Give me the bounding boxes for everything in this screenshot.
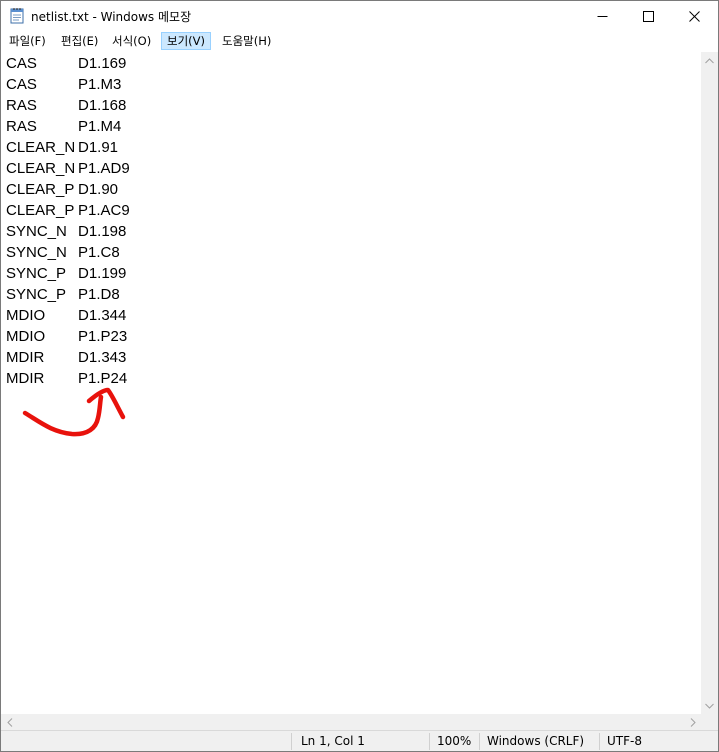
pin-name: D1.91 [78, 139, 119, 156]
horizontal-scrollbar[interactable] [1, 714, 701, 730]
pin-name: D1.343 [78, 349, 127, 366]
net-name: MDIR [6, 370, 45, 387]
net-name: CLEAR_N [6, 139, 76, 156]
pin-name: P1.AD9 [78, 160, 130, 177]
close-button[interactable] [671, 1, 717, 31]
title-bar: netlist.txt - Windows 메모장 [1, 1, 718, 31]
pin-name: P1.D8 [78, 286, 120, 303]
pin-name: D1.199 [78, 265, 127, 282]
pin-name: P1.P24 [78, 370, 128, 387]
scroll-left-button[interactable] [1, 714, 18, 730]
menu-bar: 파일(F) 편집(E) 서식(O) 보기(V) 도움말(H) [1, 31, 718, 51]
pin-name: D1.168 [78, 97, 127, 114]
scrollbar-corner [701, 714, 718, 730]
net-name: SYNC_P [6, 286, 67, 303]
notepad-window: netlist.txt - Windows 메모장 파일(F) 편집(E) 서식… [0, 0, 719, 752]
pin-name: P1.C8 [78, 244, 120, 261]
maximize-icon [642, 10, 654, 22]
status-cursor-position: Ln 1, Col 1 [301, 734, 365, 748]
vertical-scrollbar[interactable] [701, 52, 718, 714]
status-bar: Ln 1, Col 1 100% Windows (CRLF) UTF-8 [1, 730, 718, 751]
text-editor[interactable]: CAS D1.169 CAS P1.M3 RAS D1.168 RAS P1.M4 CL… [1, 52, 701, 714]
menu-file[interactable]: 파일(F) [4, 32, 51, 50]
window-title: netlist.txt - Windows 메모장 [31, 10, 192, 24]
chevron-left-icon [6, 717, 12, 727]
net-name: CAS [6, 76, 37, 93]
pin-name: D1.90 [78, 181, 119, 198]
net-name: CLEAR_P [6, 202, 75, 219]
menu-view[interactable]: 보기(V) [161, 32, 211, 50]
menu-format[interactable]: 서식(O) [107, 32, 156, 50]
status-divider [429, 733, 430, 750]
minimize-button[interactable] [579, 1, 625, 31]
pin-name: P1.AC9 [78, 202, 130, 219]
minimize-icon [597, 15, 607, 17]
menu-help[interactable]: 도움말(H) [217, 32, 276, 50]
net-name: CAS [6, 55, 37, 72]
status-divider [599, 733, 600, 750]
net-name: SYNC_N [6, 223, 67, 240]
net-name: MDIR [6, 349, 45, 366]
pin-name: P1.M3 [78, 76, 122, 93]
status-line-ending: Windows (CRLF) [487, 734, 585, 748]
pin-name: D1.198 [78, 223, 127, 240]
net-name: RAS [6, 118, 37, 135]
menu-edit[interactable]: 편집(E) [56, 32, 103, 50]
chevron-up-icon [705, 57, 714, 63]
chevron-down-icon [705, 703, 714, 709]
scroll-right-button[interactable] [684, 714, 701, 730]
scroll-up-button[interactable] [701, 52, 718, 69]
net-name: SYNC_N [6, 244, 67, 261]
status-divider [291, 733, 292, 750]
status-encoding: UTF-8 [607, 734, 642, 748]
pin-name: P1.M4 [78, 118, 122, 135]
chevron-right-icon [690, 717, 696, 727]
pin-name: P1.P23 [78, 328, 128, 345]
pin-name: D1.344 [78, 307, 127, 324]
notepad-icon [10, 8, 24, 24]
status-divider [479, 733, 480, 750]
net-name: CLEAR_N [6, 160, 76, 177]
net-name: RAS [6, 97, 37, 114]
net-name: MDIO [6, 307, 46, 324]
net-name: SYNC_P [6, 265, 67, 282]
maximize-button[interactable] [625, 1, 671, 31]
status-zoom: 100% [437, 734, 472, 748]
pin-name: D1.169 [78, 55, 127, 72]
scroll-down-button[interactable] [701, 697, 718, 714]
net-name: MDIO [6, 328, 46, 345]
close-icon [688, 10, 700, 22]
net-name: CLEAR_P [6, 181, 75, 198]
